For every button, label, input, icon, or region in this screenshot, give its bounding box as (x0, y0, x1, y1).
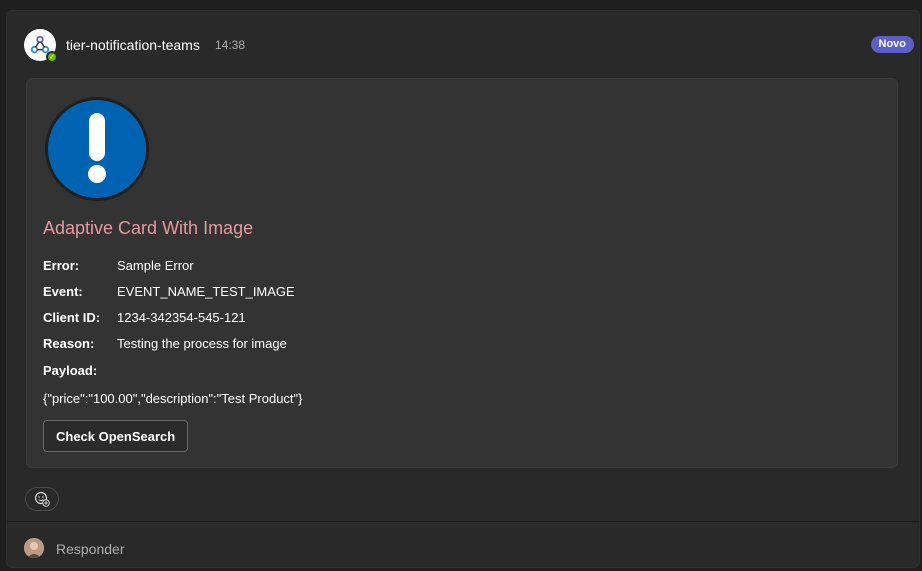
divider (7, 521, 919, 522)
fact-value-client-id: 1234-342354-545-121 (117, 309, 246, 325)
fact-key-event: Event: (43, 283, 83, 299)
fact-set: Error: Sample Error Event: EVENT_NAME_TE… (43, 252, 295, 356)
presence-available-icon: ✓ (46, 51, 58, 63)
message-container: ✓ tier-notification-teams 14:38 Novo Ada… (6, 10, 920, 568)
new-badge: Novo (870, 36, 914, 53)
user-avatar (24, 538, 44, 558)
reply-label[interactable]: Responder (56, 541, 125, 557)
fact-value-event: EVENT_NAME_TEST_IMAGE (117, 283, 295, 299)
fact-row: Event: EVENT_NAME_TEST_IMAGE (43, 278, 295, 304)
bot-avatar[interactable]: ✓ (24, 29, 58, 63)
payload-value: {"price":"100.00","description":"Test Pr… (43, 391, 303, 406)
check-opensearch-button[interactable]: Check OpenSearch (43, 420, 189, 452)
message-timestamp: 14:38 (215, 38, 246, 52)
fact-row: Reason: Testing the process for image (43, 330, 295, 356)
fact-key-error: Error: (43, 257, 80, 273)
sender-name[interactable]: tier-notification-teams (66, 37, 200, 53)
fact-value-reason: Testing the process for image (117, 335, 287, 351)
emoji-add-icon (34, 491, 50, 507)
card-title: Adaptive Card With Image (43, 218, 254, 238)
fact-row: Error: Sample Error (43, 252, 295, 278)
exclamation-circle-icon (45, 97, 149, 201)
payload-label: Payload: (43, 363, 98, 378)
fact-row: Client ID: 1234-342354-545-121 (43, 304, 295, 330)
user-photo-icon (24, 538, 44, 558)
fact-key-client-id: Client ID: (43, 309, 101, 325)
message-header: ✓ tier-notification-teams 14:38 Novo (24, 29, 914, 63)
add-reaction-button[interactable] (25, 487, 59, 511)
fact-value-error: Sample Error (117, 257, 194, 273)
reply-row[interactable]: Responder (24, 538, 324, 560)
fact-key-reason: Reason: (43, 335, 95, 351)
adaptive-card: Adaptive Card With Image Error: Sample E… (26, 78, 898, 468)
